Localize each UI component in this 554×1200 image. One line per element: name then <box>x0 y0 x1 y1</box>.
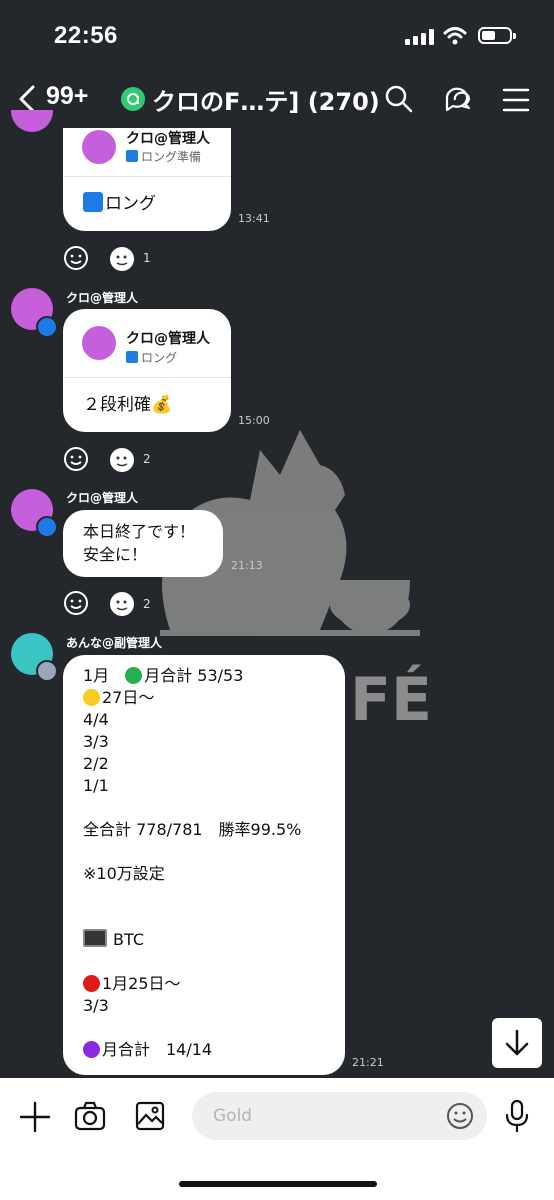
blue-square-icon <box>83 192 103 212</box>
message-bubble[interactable]: 1月 月合計 53/53 27日〜 4/4 3/3 2/2 1/1 全合計 77… <box>63 655 345 1075</box>
sender-name: クロ@管理人 <box>66 491 139 505</box>
timestamp: 15:00 <box>238 414 270 427</box>
chat-title[interactable]: クロのF…テ] (270) <box>152 82 380 117</box>
sender-name: あんな@副管理人 <box>66 636 163 650</box>
signal-icon <box>405 29 435 45</box>
timestamp: 13:41 <box>238 212 270 225</box>
message-line: BTC <box>83 929 345 951</box>
computer-icon <box>83 929 107 947</box>
quote-name: クロ@管理人 <box>126 331 210 347</box>
message-text: ２段利確💰 <box>83 395 173 415</box>
avatar[interactable] <box>11 110 53 132</box>
chat-icon[interactable] <box>443 84 473 114</box>
thumbs-up-icon[interactable] <box>108 590 136 622</box>
group-icon <box>121 87 145 111</box>
emoji-icon[interactable] <box>446 1102 474 1130</box>
smile-icon[interactable] <box>63 446 89 472</box>
message-line: 1月25日〜 <box>83 973 345 995</box>
arrow-down-icon <box>505 1029 529 1056</box>
message-line: 月合計 14/14 <box>83 1039 345 1061</box>
sender-name: クロ@管理人 <box>66 291 139 305</box>
svg-text:FÉ: FÉ <box>350 663 430 735</box>
message-line: 全合計 778/781 勝率99.5% <box>83 820 302 839</box>
quote-name: クロ@管理人 <box>126 131 210 147</box>
message-line: 本日終了です！ <box>83 522 196 541</box>
message-bubble[interactable]: 本日終了です！ 安全に！ <box>63 510 223 577</box>
home-indicator <box>179 1181 377 1187</box>
image-icon[interactable] <box>135 1101 165 1131</box>
message-text: ロング <box>63 177 231 214</box>
message-line: 3/3 <box>83 996 109 1015</box>
wifi-icon <box>443 27 467 45</box>
message-line: 安全に！ <box>83 545 148 564</box>
yellow-circle-icon <box>83 689 100 706</box>
smile-icon[interactable] <box>63 590 89 616</box>
menu-icon[interactable] <box>501 86 531 116</box>
message-line: 27日〜 <box>83 687 345 709</box>
thumbs-up-icon[interactable] <box>108 245 136 277</box>
red-circle-icon <box>83 975 100 992</box>
admin-crown-icon <box>36 316 58 338</box>
reaction-count: 2 <box>143 452 151 466</box>
quote-avatar <box>82 130 116 164</box>
reaction-count: 1 <box>143 251 151 265</box>
message-input-placeholder: Gold <box>213 1106 253 1126</box>
quote-text: ロング <box>126 349 177 366</box>
message-line: ※10万設定 <box>83 864 165 883</box>
search-icon[interactable] <box>384 84 414 114</box>
purple-circle-icon <box>83 1041 100 1058</box>
message-line: 3/3 <box>83 732 109 751</box>
quote-avatar <box>82 326 116 360</box>
scroll-down-button[interactable] <box>492 1018 542 1068</box>
thumbs-up-icon[interactable] <box>108 446 136 478</box>
smile-icon[interactable] <box>63 245 89 271</box>
blue-square-icon <box>126 150 138 162</box>
camera-icon[interactable] <box>74 1101 106 1131</box>
reaction-count: 2 <box>143 597 151 611</box>
blue-square-icon <box>126 351 138 363</box>
reply-bubble[interactable]: クロ@管理人 ロング ２段利確💰 <box>63 309 231 432</box>
green-circle-icon <box>125 667 143 684</box>
timestamp: 21:13 <box>231 559 263 572</box>
admin-crown-icon <box>36 516 58 538</box>
unread-count[interactable]: 99+ <box>46 82 88 111</box>
mic-icon[interactable] <box>504 1099 530 1133</box>
subadmin-crown-icon <box>36 660 58 682</box>
timestamp: 21:21 <box>352 1056 384 1069</box>
message-line: 4/4 <box>83 710 109 729</box>
message-line: 1月 月合計 53/53 <box>83 666 244 685</box>
status-time: 22:56 <box>54 22 118 49</box>
plus-icon[interactable] <box>18 1100 52 1134</box>
quote-text: ロング準備 <box>126 148 201 165</box>
back-icon[interactable] <box>18 85 36 113</box>
message-line: 2/2 <box>83 754 109 773</box>
battery-icon <box>478 27 516 44</box>
message-line: 1/1 <box>83 776 109 795</box>
reply-bubble[interactable]: クロ@管理人 ロング準備 ロング <box>63 128 231 231</box>
